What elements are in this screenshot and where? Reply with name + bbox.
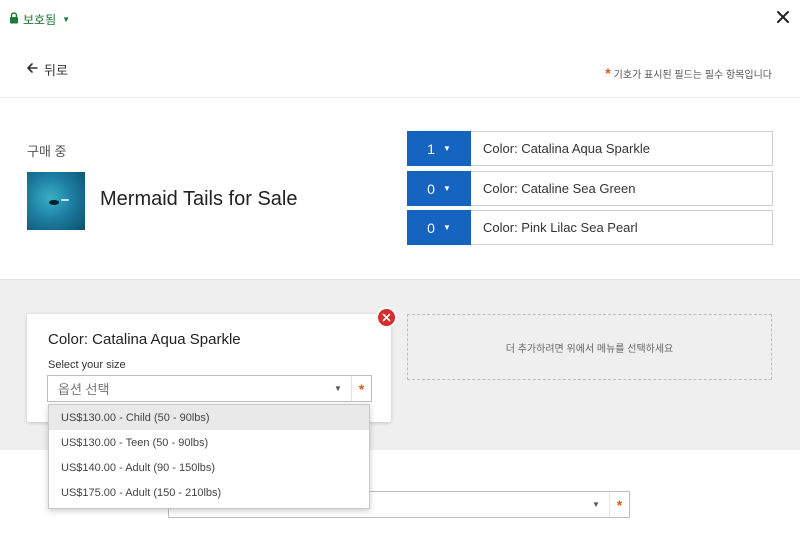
chevron-down-icon: ▼ [592, 500, 600, 509]
chevron-down-icon: ▼ [442, 144, 451, 153]
top-bar: 보호됨 ▼ [0, 0, 800, 40]
product-title: Mermaid Tails for Sale [100, 188, 298, 210]
variant-label: Color: Catalina Aqua Sparkle [471, 131, 773, 166]
required-note-text: 기호가 표시된 필드는 필수 항목입니다 [613, 69, 772, 81]
dropdown-option[interactable]: US$130.00 - Child (50 - 90lbs) [49, 405, 369, 430]
chevron-down-icon: ▼ [334, 384, 342, 393]
variant-row: 1 ▼ Color: Catalina Aqua Sparkle [407, 131, 773, 166]
dropdown-option[interactable]: US$130.00 - Teen (50 - 90lbs) [49, 430, 369, 455]
close-icon[interactable] [775, 9, 791, 25]
size-label: Select your size [48, 359, 126, 371]
remove-option-button[interactable] [376, 307, 397, 328]
size-dropdown-menu: US$130.00 - Child (50 - 90lbs) US$130.00… [48, 404, 370, 509]
variant-label: Color: Cataline Sea Green [471, 171, 773, 206]
dropdown-option[interactable]: US$175.00 - Adult (150 - 210lbs) [49, 480, 369, 505]
secure-indicator[interactable]: 보호됨 ▼ [9, 11, 70, 28]
add-more-text: 더 추가하려면 위에서 메뉴를 선택하세요 [505, 343, 674, 355]
product-section: 구매 중 Mermaid Tails for Sale 1 ▼ Color: C… [0, 98, 800, 279]
variant-label: Color: Pink Lilac Sea Pearl [471, 210, 773, 245]
quantity-value: 0 [427, 219, 435, 236]
quantity-select[interactable]: 0 ▼ [407, 210, 471, 245]
quantity-select[interactable]: 0 ▼ [407, 171, 471, 206]
back-label: 뒤로 [44, 63, 68, 78]
quantity-value: 1 [427, 140, 435, 157]
back-button[interactable]: 뒤로 [26, 60, 68, 79]
required-asterisk-icon: * [616, 496, 623, 513]
required-asterisk-icon: * [605, 65, 611, 81]
product-thumbnail [27, 172, 85, 230]
dropdown-option[interactable]: US$140.00 - Adult (90 - 150lbs) [49, 455, 369, 480]
close-icon [382, 313, 391, 322]
size-select-placeholder: 옵션 선택 [58, 382, 110, 397]
add-more-placeholder: 더 추가하려면 위에서 메뉴를 선택하세요 [407, 314, 772, 380]
quantity-select[interactable]: 1 ▼ [407, 131, 471, 166]
secure-label: 보호됨 [23, 13, 57, 27]
chevron-down-icon: ▼ [442, 184, 451, 193]
arrow-left-icon [26, 62, 38, 77]
chevron-down-icon: ▼ [62, 15, 71, 24]
lock-icon [9, 12, 19, 27]
required-asterisk-icon: * [358, 380, 365, 397]
chevron-down-icon: ▼ [442, 223, 451, 232]
required-note: * 기호가 표시된 필드는 필수 항목입니다 [605, 65, 772, 81]
size-select[interactable]: 옵션 선택 ▼ * [47, 375, 372, 402]
header-row: 뒤로 * 기호가 표시된 필드는 필수 항목입니다 [0, 50, 800, 98]
variant-row: 0 ▼ Color: Cataline Sea Green [407, 171, 773, 206]
buying-label: 구매 중 [27, 144, 67, 159]
option-card-title: Color: Catalina Aqua Sparkle [48, 331, 241, 348]
quantity-value: 0 [427, 180, 435, 197]
variant-row: 0 ▼ Color: Pink Lilac Sea Pearl [407, 210, 773, 245]
